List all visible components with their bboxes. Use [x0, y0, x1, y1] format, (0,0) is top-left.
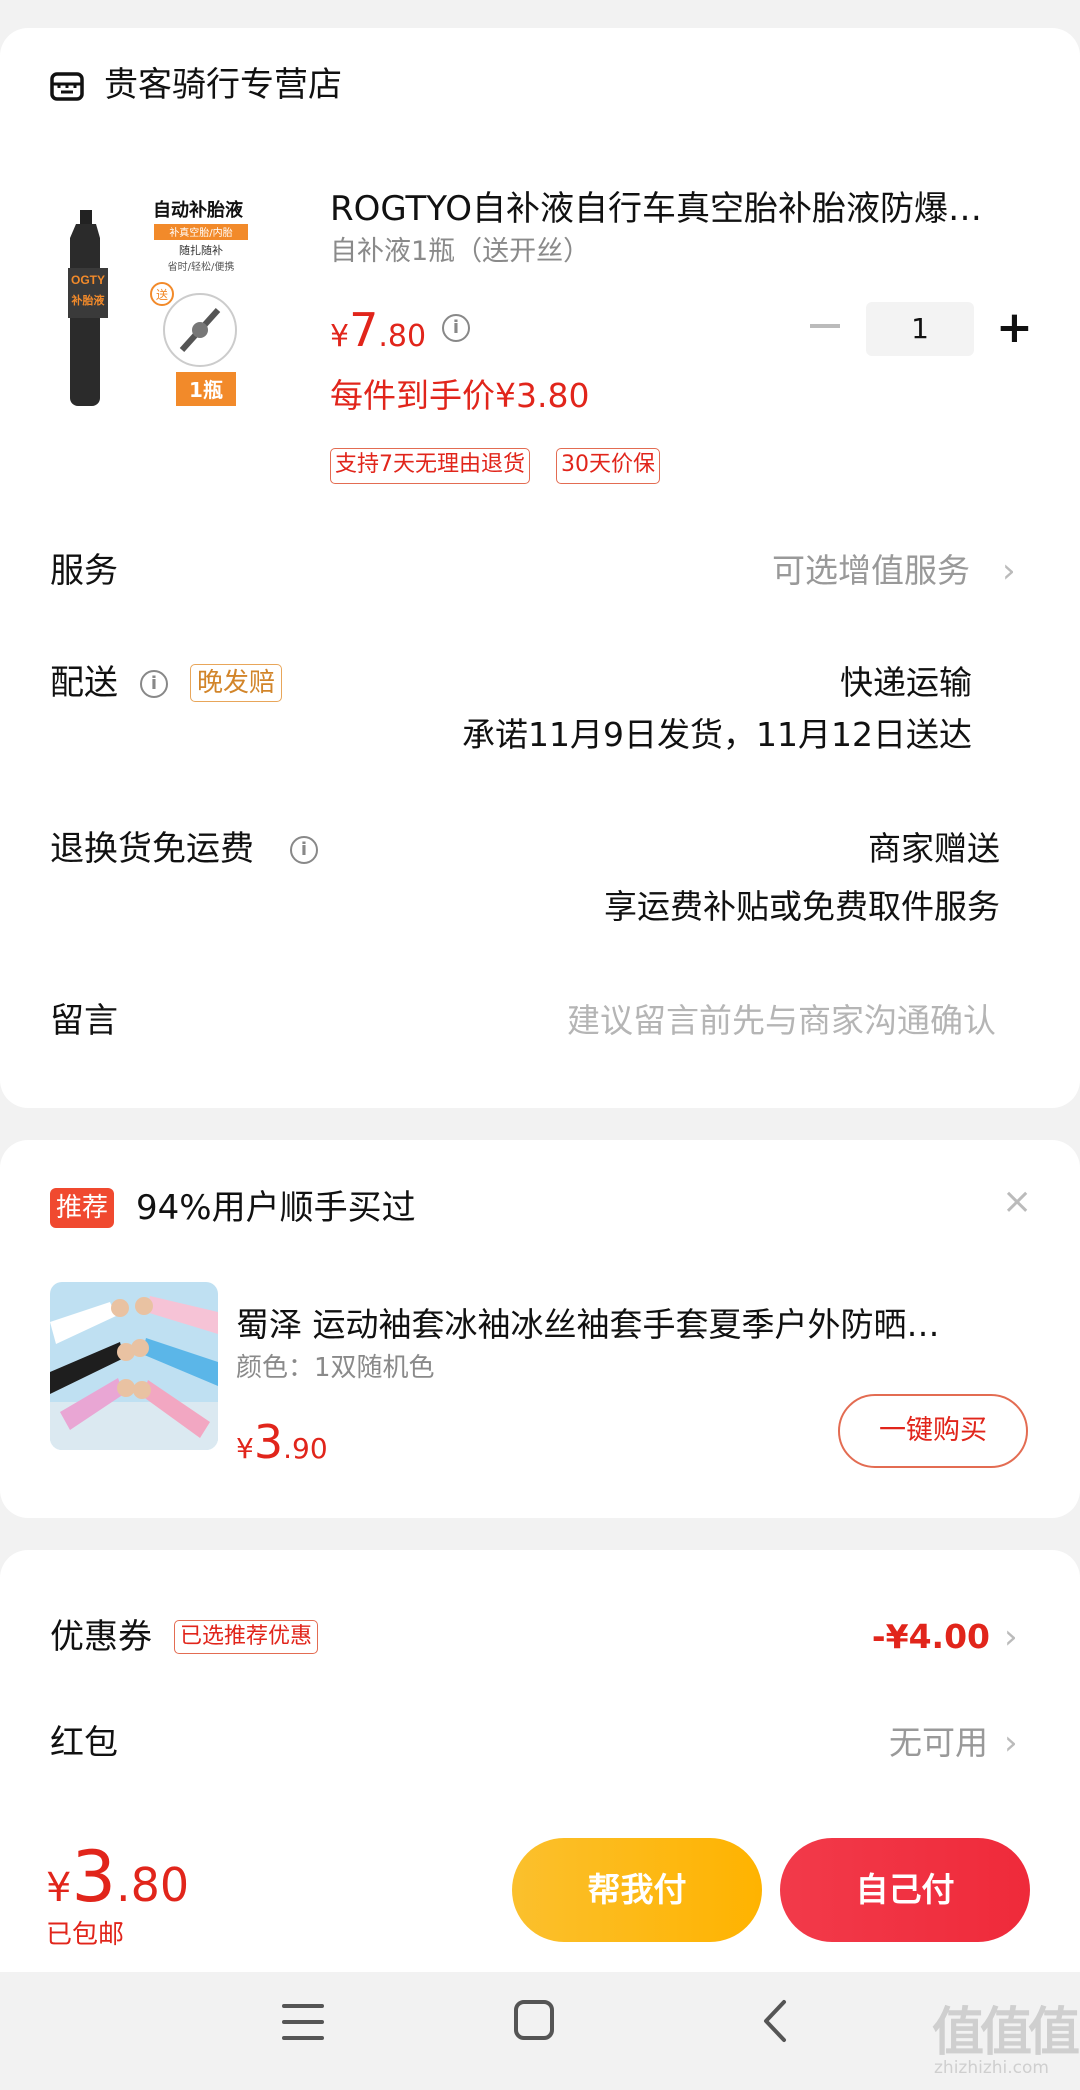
- recommend-product-name[interactable]: 蜀泽 运动袖套冰袖冰丝袖套手套夏季户外防晒…: [236, 1302, 1016, 1348]
- redpacket-label: 红包: [50, 1723, 118, 1763]
- svg-text:省时/轻松/便携: 省时/轻松/便携: [168, 260, 235, 273]
- product-price: ¥7.80: [330, 302, 426, 369]
- coupon-label: 优惠券: [50, 1617, 152, 1657]
- return-value: 商家赠送: [868, 829, 1000, 868]
- product-title[interactable]: ROGTYO自补液自行车真空胎补胎液防爆…: [330, 186, 1030, 232]
- discount-card: [0, 1550, 1080, 1850]
- redpacket-chevron-icon[interactable]: ›: [1004, 1718, 1018, 1768]
- chevron-right-icon[interactable]: ›: [1002, 546, 1016, 596]
- late-ship-badge: 晚发赔: [190, 664, 283, 702]
- message-input[interactable]: 建议留言前先与商家沟通确认: [420, 996, 996, 1046]
- qty-decrease-button[interactable]: [810, 324, 840, 328]
- svg-text:补真空胎/内胎: 补真空胎/内胎: [169, 226, 232, 239]
- qty-increase-button[interactable]: +: [996, 306, 1033, 350]
- svg-text:补胎液: 补胎液: [71, 293, 106, 307]
- one-click-buy-button[interactable]: 一键购买: [838, 1394, 1028, 1468]
- price-info-icon[interactable]: i: [442, 314, 470, 342]
- pay-myself-button[interactable]: 自己付: [780, 1838, 1030, 1942]
- return-info-icon[interactable]: i: [290, 836, 318, 864]
- shop-name[interactable]: 贵客骑行专营店: [104, 62, 342, 108]
- rec-price-decimal: .90: [283, 1432, 328, 1465]
- price-integer: 7: [349, 303, 379, 357]
- recommend-tag: 推荐: [50, 1188, 115, 1228]
- coupon-recommended-tag: 已选推荐优惠: [174, 1620, 319, 1654]
- recommend-thumbnail[interactable]: [50, 1282, 218, 1450]
- message-label: 留言: [50, 1001, 118, 1041]
- price-protect-tag: 30天价保: [556, 448, 660, 484]
- recent-apps-icon[interactable]: [282, 2004, 324, 2040]
- return-policy-tag: 支持7天无理由退货: [330, 448, 530, 484]
- return-subsidy: 享运费补贴或免费取件服务: [604, 887, 1000, 926]
- per-item-price: 每件到手价¥3.80: [330, 376, 590, 415]
- rec-price-integer: 3: [253, 1415, 284, 1469]
- recommend-product-sku: 颜色：1双随机色: [236, 1353, 435, 1383]
- coupon-value[interactable]: -¥4.00: [760, 1612, 990, 1662]
- price-decimal: .80: [378, 319, 427, 354]
- service-label: 服务: [50, 551, 118, 591]
- svg-text:1瓶: 1瓶: [189, 378, 223, 402]
- delivery-promise: 承诺11月9日发货，11月12日送达: [462, 715, 972, 754]
- help-me-pay-button[interactable]: 帮我付: [512, 1838, 762, 1942]
- back-icon[interactable]: [756, 1996, 796, 2046]
- redpacket-value[interactable]: 无可用: [760, 1718, 988, 1768]
- recommend-price: ¥3.90: [236, 1414, 328, 1481]
- product-thumbnail[interactable]: OGTY 补胎液 自动补胎液 补真空胎/内胎 随扎随补 省时/轻松/便携 送 1…: [58, 192, 268, 422]
- rec-price-currency: ¥: [236, 1432, 254, 1465]
- svg-text:随扎随补: 随扎随补: [179, 243, 223, 257]
- total-integer: 3: [71, 1836, 116, 1918]
- total-decimal: .80: [116, 1858, 190, 1912]
- coupon-chevron-icon[interactable]: ›: [1004, 1612, 1018, 1662]
- svg-text:送: 送: [156, 287, 168, 302]
- delivery-method: 快递运输: [840, 663, 972, 702]
- close-icon[interactable]: ×: [1002, 1180, 1032, 1224]
- total-currency: ¥: [46, 1865, 72, 1911]
- svg-text:自动补胎液: 自动补胎液: [153, 199, 244, 221]
- svg-text:OGTY: OGTY: [71, 273, 105, 287]
- watermark-logo: 值值值: [932, 2003, 1080, 2063]
- store-icon: [50, 72, 84, 101]
- return-label: 退换货免运费: [50, 829, 254, 869]
- delivery-label: 配送: [50, 663, 118, 703]
- service-value[interactable]: 可选增值服务: [600, 546, 970, 596]
- delivery-info-icon[interactable]: i: [140, 670, 168, 698]
- watermark-url: zhizhizhi.com: [934, 2058, 1049, 2078]
- quantity-input[interactable]: 1: [866, 302, 974, 356]
- product-sku[interactable]: 自补液1瓶（送开丝）: [330, 232, 590, 272]
- free-shipping-label: 已包邮: [46, 1920, 125, 1950]
- home-icon[interactable]: [514, 2000, 554, 2040]
- recommend-title: 94%用户顺手买过: [136, 1188, 416, 1228]
- price-currency: ¥: [330, 319, 350, 354]
